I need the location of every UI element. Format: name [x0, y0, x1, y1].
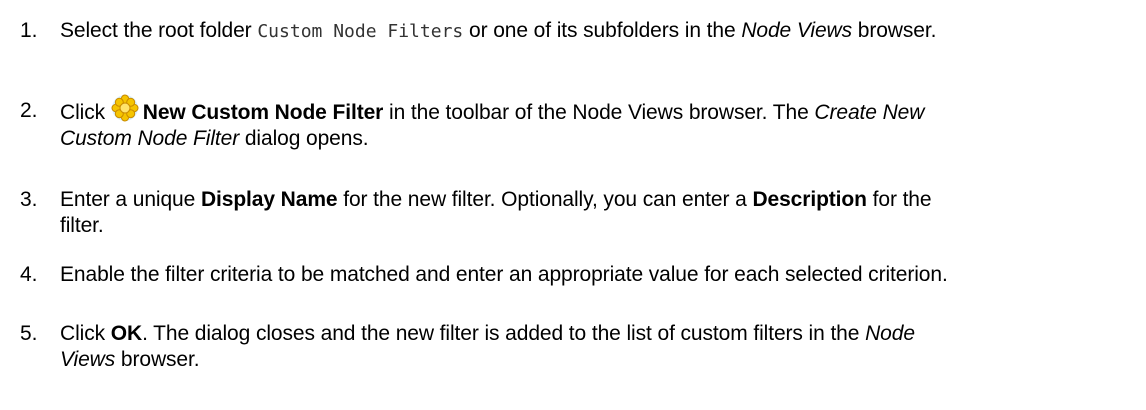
new-custom-node-filter-icon: [111, 94, 139, 122]
step-text: Enter a unique Display Name for the new …: [60, 187, 1140, 239]
step-number: 4.: [20, 263, 38, 286]
step-number: 3.: [20, 188, 38, 211]
folder-name-code: Custom Node Filters: [257, 21, 464, 42]
step-text-segment: filter.: [60, 214, 104, 237]
ok-button-reference: OK: [110, 322, 143, 345]
step-text-segment: Select the root folder: [60, 19, 252, 42]
step-text-segment: for the new filter. Optionally, you can …: [343, 188, 747, 211]
dialog-name-reference: Create New: [814, 101, 925, 124]
step-text: Click New Custom Node Filter in the tool…: [60, 94, 1140, 152]
step-text-segment: or one of its subfolders in the: [469, 19, 736, 42]
step-number: 1.: [20, 19, 38, 42]
step-text-segment: dialog opens.: [244, 127, 369, 150]
step-text-segment: browser.: [857, 19, 937, 42]
node-views-reference: Node: [865, 322, 915, 345]
step-text-segment: Click: [60, 322, 105, 345]
step-number: 2.: [20, 99, 38, 122]
node-views-reference: Views: [60, 348, 116, 371]
step-text-segment: . The dialog closes and the new filter i…: [142, 322, 860, 345]
step-text: Click OK. The dialog closes and the new …: [60, 321, 1140, 373]
step-text-segment: for the: [872, 188, 932, 211]
step-text-segment: in the toolbar of the Node Views browser…: [389, 101, 809, 124]
new-custom-node-filter-label: New Custom Node Filter: [142, 101, 384, 124]
step-text-segment: browser.: [120, 348, 200, 371]
description-field-reference: Description: [752, 188, 867, 211]
dialog-name-reference: Custom Node Filter: [60, 127, 240, 150]
step-text-segment: Enter a unique: [60, 188, 196, 211]
step-number: 5.: [20, 322, 38, 345]
step-text: Enable the filter criteria to be matched…: [60, 263, 948, 286]
step-text: Select the root folder Custom Node Filte…: [60, 18, 1140, 45]
instruction-document: 1. Select the root folder Custom Node Fi…: [0, 0, 1146, 410]
step-text-segment: Click: [60, 101, 105, 124]
node-views-reference: Node Views: [741, 19, 852, 42]
display-name-field-reference: Display Name: [200, 188, 338, 211]
